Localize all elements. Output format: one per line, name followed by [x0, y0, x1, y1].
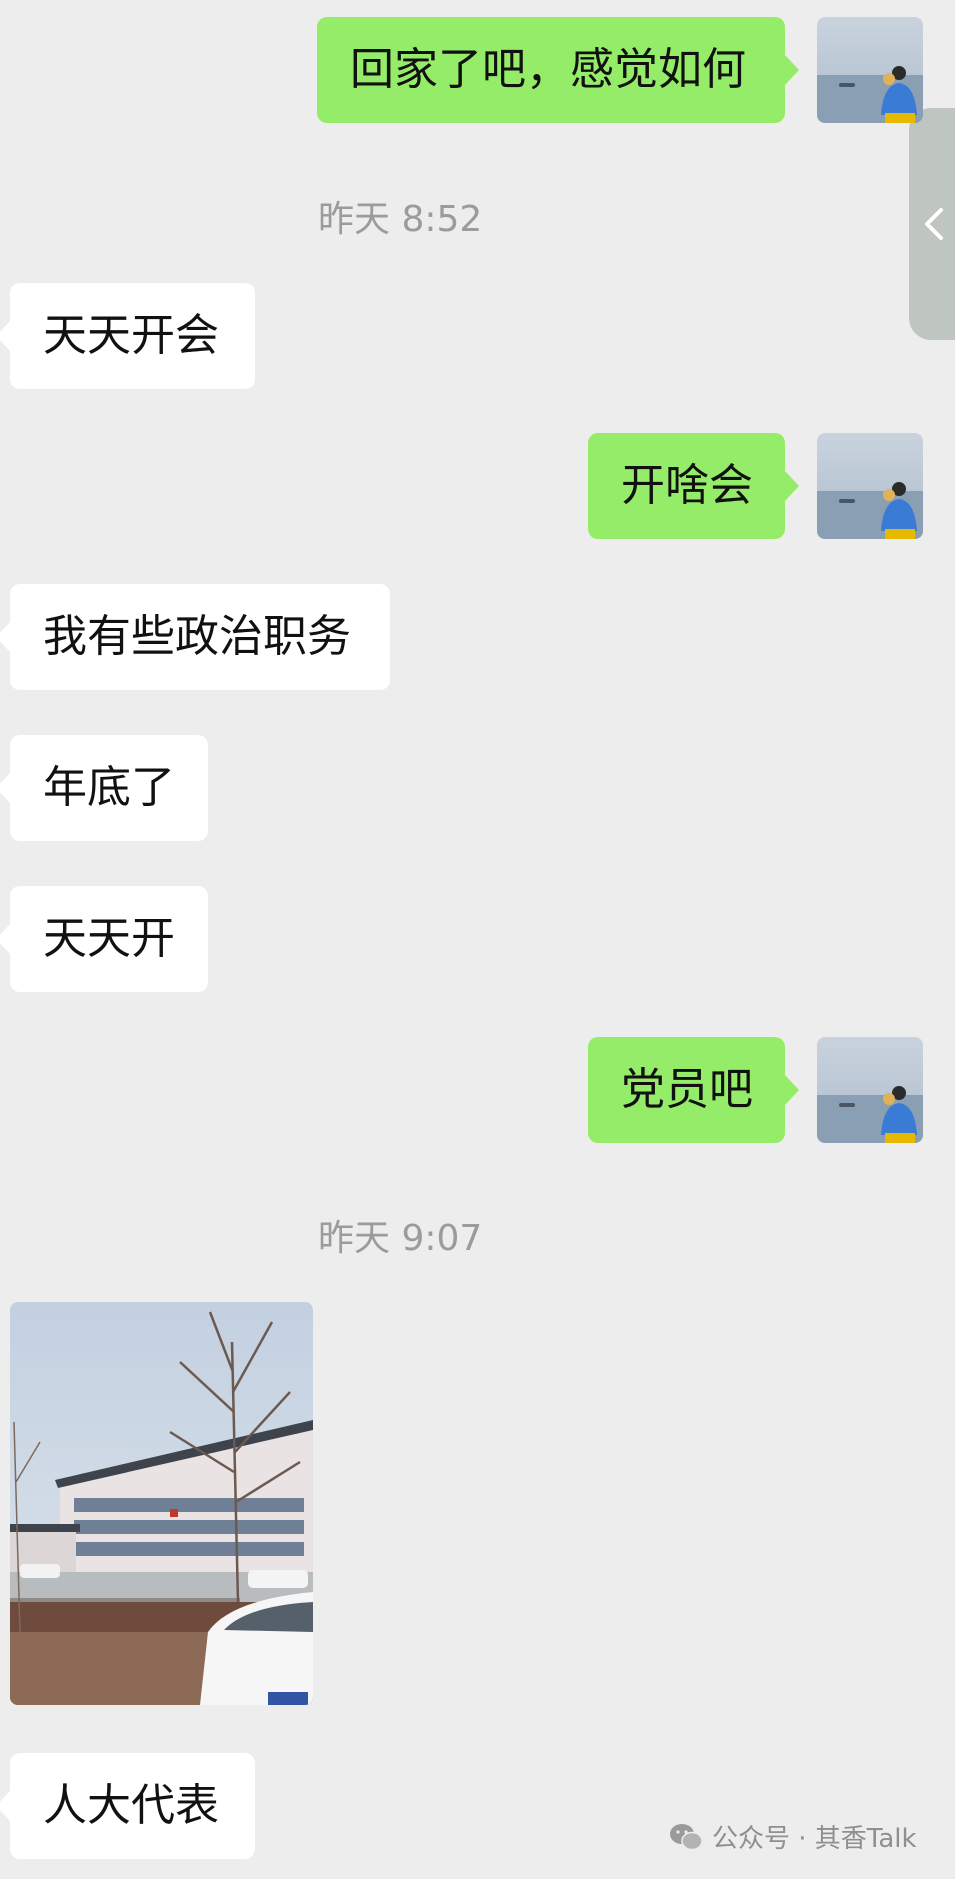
message-outgoing[interactable]: 开啥会 [588, 433, 799, 539]
timestamp: 昨天 9:07 [318, 1218, 483, 1259]
photo-message[interactable] [10, 1302, 313, 1705]
bubble-tail [0, 772, 11, 804]
avatar[interactable] [817, 17, 923, 123]
message-incoming[interactable]: 人大代表 [0, 1753, 255, 1859]
message-incoming[interactable]: 我有些政治职务 [0, 584, 390, 690]
chevron-left-icon [925, 208, 943, 240]
message-outgoing[interactable]: 回家了吧，感觉如何 [317, 17, 799, 123]
timestamp: 昨天 8:52 [318, 199, 483, 240]
message-incoming[interactable]: 天天开会 [0, 283, 255, 389]
message-outgoing[interactable]: 党员吧 [588, 1037, 799, 1143]
bubble-tail [0, 621, 11, 653]
watermark: 公众号 · 其香Talk [668, 1818, 917, 1855]
message-text: 天天开会 [43, 310, 219, 361]
message-text: 年底了 [43, 762, 175, 813]
avatar[interactable] [817, 1037, 923, 1143]
message-incoming[interactable]: 年底了 [0, 735, 208, 841]
bubble-tail [0, 1790, 11, 1822]
message-text: 回家了吧，感觉如何 [350, 44, 746, 95]
message-text: 人大代表 [43, 1780, 219, 1831]
message-incoming[interactable]: 天天开 [0, 886, 208, 992]
bubble-tail [0, 923, 11, 955]
wechat-icon [670, 1823, 703, 1850]
message-text: 天天开 [43, 913, 175, 964]
watermark-text: 公众号 · 其香Talk [712, 1824, 917, 1854]
message-text: 党员吧 [621, 1064, 753, 1115]
avatar[interactable] [817, 433, 923, 539]
bubble-tail [0, 320, 11, 352]
bubble-tail [784, 54, 799, 86]
message-text: 开啥会 [621, 460, 753, 511]
bubble-tail [784, 1074, 799, 1106]
side-panel-tab[interactable] [909, 108, 955, 340]
message-text: 我有些政治职务 [43, 611, 351, 662]
bubble-tail [784, 470, 799, 502]
